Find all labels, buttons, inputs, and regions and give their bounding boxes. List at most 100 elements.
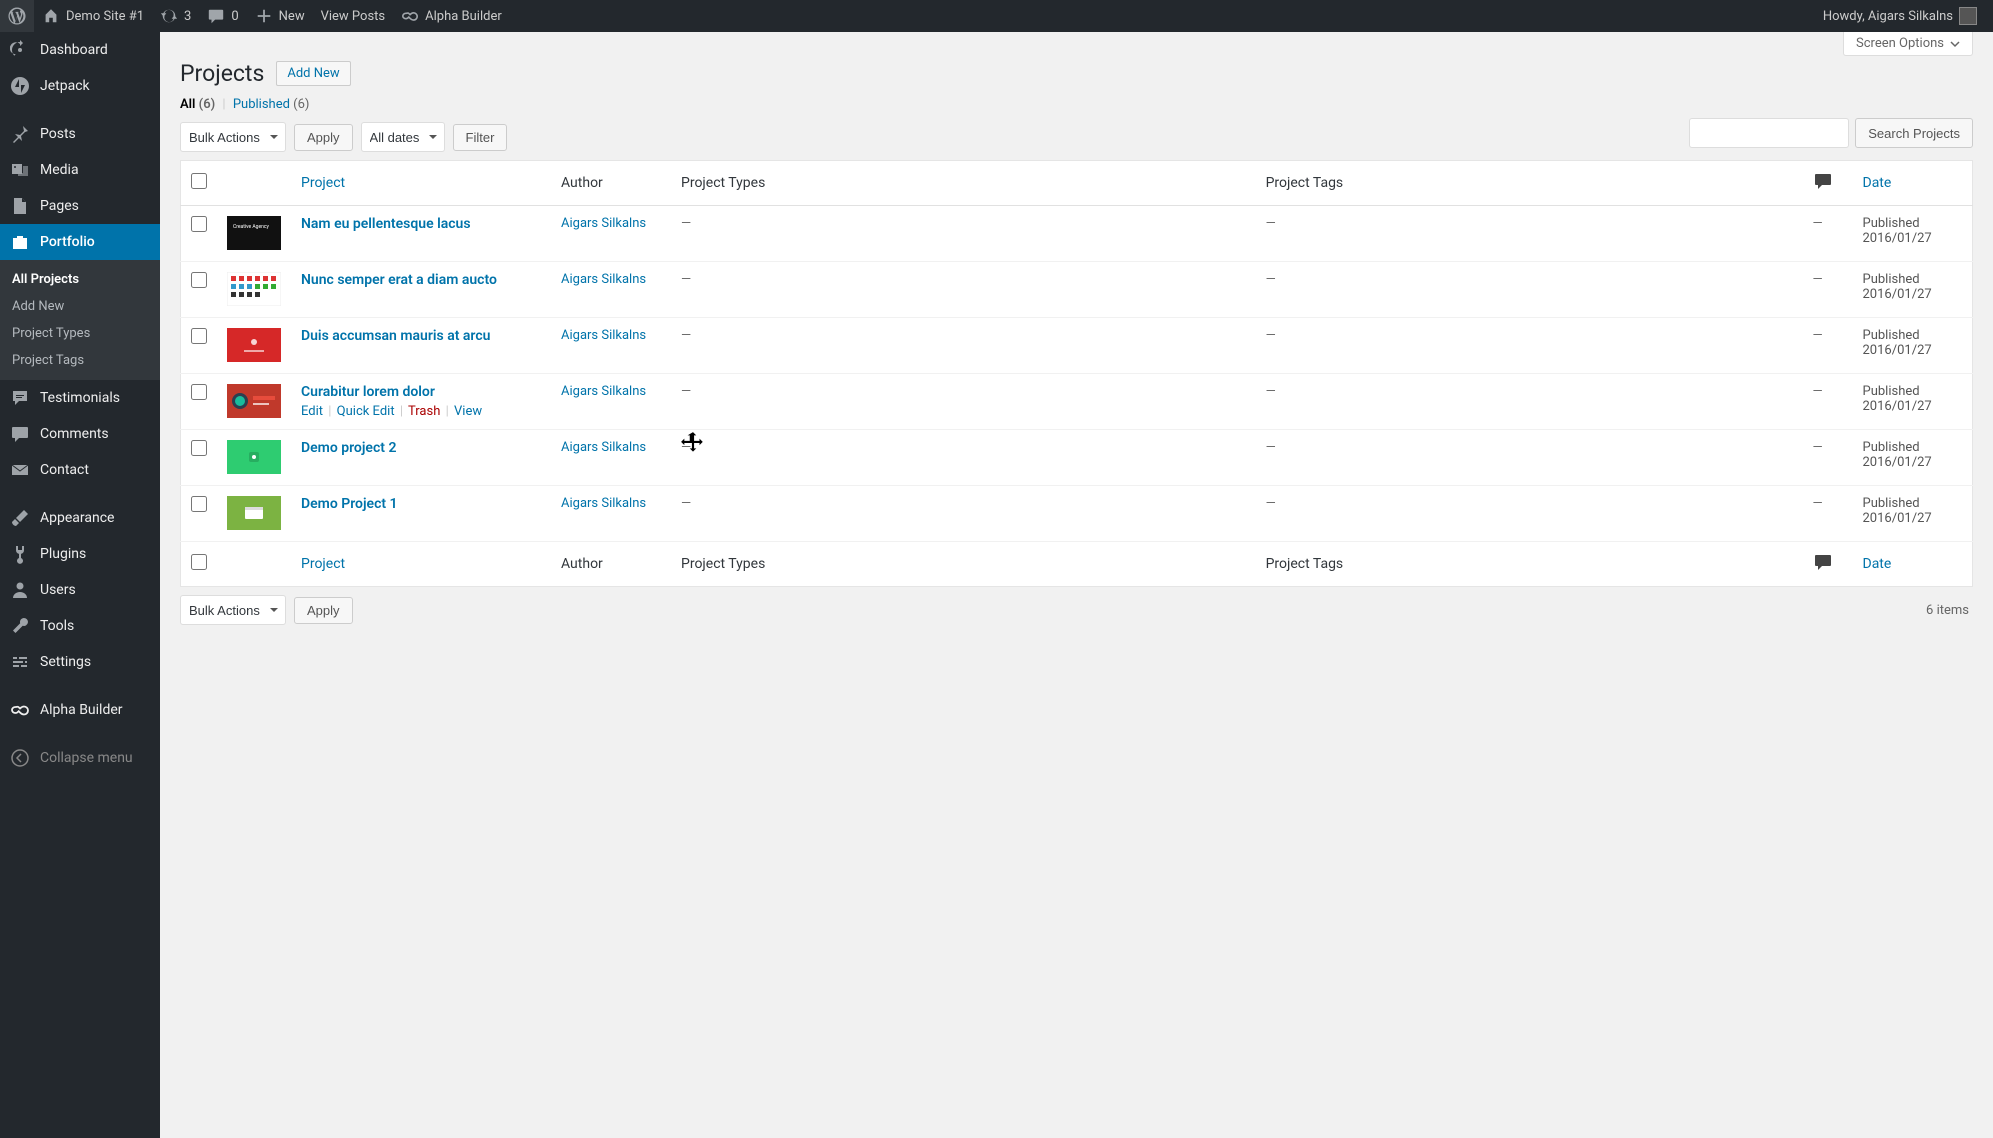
submenu-item-add-new[interactable]: Add New — [0, 293, 160, 320]
pin-icon — [10, 124, 30, 144]
filter-button[interactable]: Filter — [453, 124, 508, 151]
col-author-foot: Author — [551, 542, 671, 587]
sidebar-item-plugins[interactable]: Plugins — [0, 536, 160, 572]
sidebar-item-tools[interactable]: Tools — [0, 608, 160, 644]
table-row: Demo Project 1Edit | Quick Edit | Trash … — [181, 486, 1973, 542]
date-status: Published — [1863, 440, 1920, 455]
apply-button-bottom[interactable]: Apply — [294, 597, 353, 624]
status-filters: All (6) | Published (6) — [180, 97, 1973, 112]
project-title-link[interactable]: Duis accumsan mauris at arcu — [301, 328, 490, 344]
date-value: 2016/01/27 — [1863, 343, 1932, 358]
comments-bubble[interactable]: 0 — [199, 0, 246, 32]
bulk-actions-select-bottom[interactable]: Bulk Actions — [180, 595, 286, 625]
col-types: Project Types — [671, 161, 1256, 206]
row-checkbox[interactable] — [191, 216, 207, 232]
portfolio-icon — [10, 232, 30, 252]
sidebar-item-pages[interactable]: Pages — [0, 188, 160, 224]
apply-button-top[interactable]: Apply — [294, 124, 353, 151]
my-account[interactable]: Howdy, Aigars Silkalns — [1815, 0, 1985, 32]
search-button[interactable]: Search Projects — [1855, 118, 1973, 148]
sidebar-item-alpha-builder[interactable]: Alpha Builder — [0, 692, 160, 728]
row-checkbox[interactable] — [191, 384, 207, 400]
comments-value: — — [1813, 328, 1823, 343]
author-link[interactable]: Aigars Silkalns — [561, 496, 646, 511]
row-checkbox[interactable] — [191, 440, 207, 456]
submenu-item-project-tags[interactable]: Project Tags — [0, 347, 160, 374]
alpha-builder-bar[interactable]: Alpha Builder — [393, 0, 510, 32]
infinity-icon — [401, 7, 419, 25]
filter-all[interactable]: All (6) — [180, 97, 215, 112]
screen-options-toggle[interactable]: Screen Options — [1843, 32, 1973, 56]
updates[interactable]: 3 — [152, 0, 199, 32]
select-all-bottom[interactable] — [191, 554, 207, 570]
project-title-link[interactable]: Demo project 2 — [301, 440, 396, 456]
view-posts[interactable]: View Posts — [313, 0, 394, 32]
author-link[interactable]: Aigars Silkalns — [561, 440, 646, 455]
col-project[interactable]: Project — [301, 175, 345, 191]
col-date[interactable]: Date — [1863, 175, 1892, 191]
media-icon — [10, 160, 30, 180]
sidebar-item-label: Plugins — [40, 546, 86, 562]
col-tags: Project Tags — [1256, 161, 1803, 206]
project-title-link[interactable]: Curabitur lorem dolor — [301, 384, 435, 400]
date-filter-select[interactable]: All dates — [361, 122, 445, 152]
sidebar-item-label: Pages — [40, 198, 79, 214]
search-input[interactable] — [1689, 118, 1849, 148]
project-thumbnail — [227, 496, 281, 530]
add-new-button[interactable]: Add New — [276, 61, 350, 86]
sidebar-item-portfolio[interactable]: Portfolio — [0, 224, 160, 260]
author-link[interactable]: Aigars Silkalns — [561, 384, 646, 399]
new-content[interactable]: New — [247, 0, 313, 32]
chevron-down-icon — [1950, 39, 1960, 49]
table-row: Nunc semper erat a diam auctoEdit | Quic… — [181, 262, 1973, 318]
date-status: Published — [1863, 496, 1920, 511]
sidebar-item-comments[interactable]: Comments — [0, 416, 160, 452]
row-checkbox[interactable] — [191, 328, 207, 344]
project-title-link[interactable]: Demo Project 1 — [301, 496, 398, 512]
site-name[interactable]: Demo Site #1 — [34, 0, 152, 32]
sidebar-item-media[interactable]: Media — [0, 152, 160, 188]
quick-edit-link[interactable]: Quick Edit — [337, 404, 395, 419]
refresh-icon — [160, 7, 178, 25]
author-link[interactable]: Aigars Silkalns — [561, 272, 646, 287]
brush-icon — [10, 508, 30, 528]
trash-link[interactable]: Trash — [408, 404, 440, 419]
sidebar-item-testimonials[interactable]: Testimonials — [0, 380, 160, 416]
submenu-item-all-projects[interactable]: All Projects — [0, 266, 160, 293]
sidebar-item-label: Tools — [40, 618, 74, 634]
sidebar-item-posts[interactable]: Posts — [0, 116, 160, 152]
alpha-builder-label: Alpha Builder — [425, 9, 502, 24]
view-link[interactable]: View — [454, 404, 482, 419]
sidebar-item-jetpack[interactable]: Jetpack — [0, 68, 160, 104]
sidebar-item-contact[interactable]: Contact — [0, 452, 160, 488]
col-project-foot[interactable]: Project — [301, 556, 345, 572]
row-checkbox[interactable] — [191, 272, 207, 288]
table-row: Creative AgencyNam eu pellentesque lacus… — [181, 206, 1973, 262]
filter-published[interactable]: Published (6) — [233, 97, 310, 112]
col-date-foot[interactable]: Date — [1863, 556, 1892, 572]
row-checkbox[interactable] — [191, 496, 207, 512]
wrench-icon — [10, 616, 30, 636]
sidebar-item-appearance[interactable]: Appearance — [0, 500, 160, 536]
sidebar-item-settings[interactable]: Settings — [0, 644, 160, 680]
project-title-link[interactable]: Nunc semper erat a diam aucto — [301, 272, 497, 288]
page-icon — [10, 196, 30, 216]
comments-col-icon — [1813, 171, 1833, 191]
sidebar-item-dashboard[interactable]: Dashboard — [0, 32, 160, 68]
wp-logo[interactable] — [0, 0, 34, 32]
date-value: 2016/01/27 — [1863, 287, 1932, 302]
submenu-item-project-types[interactable]: Project Types — [0, 320, 160, 347]
collapse-menu[interactable]: Collapse menu — [0, 740, 160, 776]
sidebar-item-label: Appearance — [40, 510, 114, 526]
user-icon — [10, 580, 30, 600]
sidebar-item-users[interactable]: Users — [0, 572, 160, 608]
bulk-actions-select-top[interactable]: Bulk Actions — [180, 122, 286, 152]
jetpack-icon — [10, 76, 30, 96]
author-link[interactable]: Aigars Silkalns — [561, 328, 646, 343]
comments-value: — — [1813, 384, 1823, 399]
author-link[interactable]: Aigars Silkalns — [561, 216, 646, 231]
select-all-top[interactable] — [191, 173, 207, 189]
project-title-link[interactable]: Nam eu pellentesque lacus — [301, 216, 471, 232]
new-label: New — [279, 9, 305, 24]
edit-link[interactable]: Edit — [301, 404, 323, 419]
